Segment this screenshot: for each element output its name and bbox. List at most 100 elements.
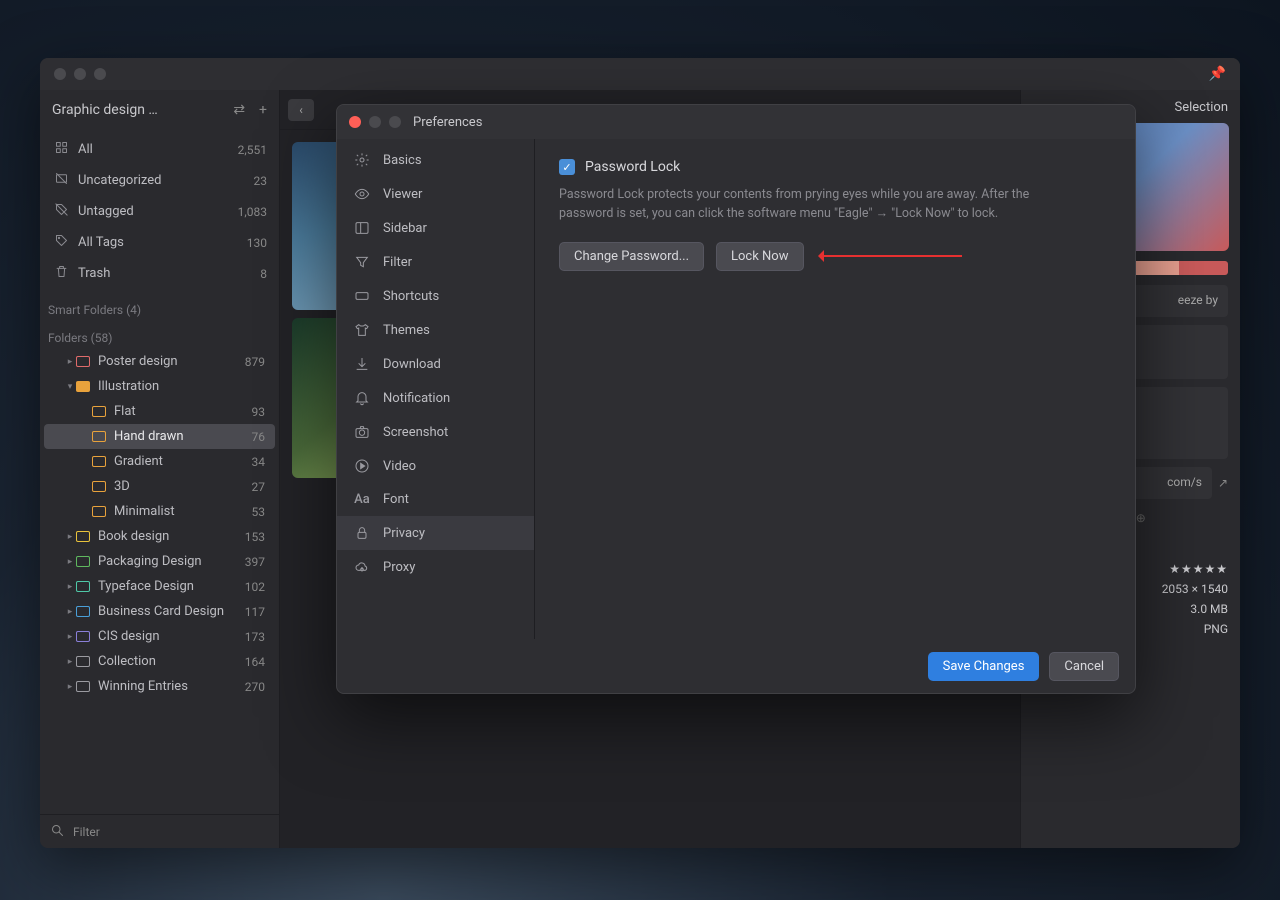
folder-icon — [76, 356, 90, 367]
folder-gradient[interactable]: Gradient34 — [44, 449, 275, 474]
filter-placeholder: Filter — [73, 825, 100, 839]
bell-icon — [353, 390, 371, 406]
zoom-dot[interactable] — [94, 68, 106, 80]
search-icon — [50, 823, 65, 841]
pref-item-viewer[interactable]: Viewer — [337, 177, 534, 211]
close-dot[interactable] — [54, 68, 66, 80]
caret-icon: ▸ — [64, 682, 76, 692]
caret-icon: ▸ — [64, 582, 76, 592]
folder-icon — [76, 631, 90, 642]
preferences-sidebar: BasicsViewerSidebarFilterShortcutsThemes… — [337, 139, 535, 639]
nav-item-all-tags[interactable]: All Tags130 — [40, 227, 279, 258]
folder-cis-design[interactable]: ▸CIS design173 — [44, 624, 275, 649]
pref-item-filter[interactable]: Filter — [337, 245, 534, 279]
change-password-button[interactable]: Change Password... — [559, 242, 704, 271]
folder-icon — [92, 456, 106, 467]
preferences-modal: Preferences BasicsViewerSidebarFilterSho… — [336, 104, 1136, 694]
folder-minimalist[interactable]: Minimalist53 — [44, 499, 275, 524]
folder-icon — [76, 531, 90, 542]
lock-now-button[interactable]: Lock Now — [716, 242, 804, 271]
folder-3d[interactable]: 3D27 — [44, 474, 275, 499]
pref-item-notification[interactable]: Notification — [337, 381, 534, 415]
folder-collection[interactable]: ▸Collection164 — [44, 649, 275, 674]
folder-icon — [92, 481, 106, 492]
cancel-button[interactable]: Cancel — [1049, 652, 1119, 681]
lock-icon — [353, 525, 371, 541]
password-lock-checkbox[interactable]: ✓ — [559, 159, 575, 175]
pref-item-video[interactable]: Video — [337, 449, 534, 483]
nav-item-trash[interactable]: Trash8 — [40, 258, 279, 289]
modal-footer: Save Changes Cancel — [337, 639, 1135, 693]
folder-icon — [76, 556, 90, 567]
add-folder-icon[interactable]: ⊕ — [1136, 511, 1146, 525]
add-icon[interactable]: + — [259, 102, 267, 118]
folders-label[interactable]: Folders (58) — [40, 321, 279, 349]
folder-hand-drawn[interactable]: Hand drawn76 — [44, 424, 275, 449]
folder-icon — [76, 381, 90, 392]
play-icon — [353, 458, 371, 474]
filter-bar[interactable]: Filter — [40, 814, 279, 848]
smart-folders-label[interactable]: Smart Folders (4) — [40, 293, 279, 321]
pref-item-screenshot[interactable]: Screenshot — [337, 415, 534, 449]
switch-library-icon[interactable]: ⇄ — [233, 102, 245, 118]
folder-icon — [76, 681, 90, 692]
traffic-lights — [54, 68, 106, 80]
folder-packaging-design[interactable]: ▸Packaging Design397 — [44, 549, 275, 574]
modal-zoom-dot[interactable] — [389, 116, 401, 128]
password-lock-description: Password Lock protects your contents fro… — [559, 185, 1059, 224]
library-header: Graphic design … ⇄ + — [40, 90, 279, 130]
grid-icon — [52, 140, 70, 159]
pref-item-privacy[interactable]: Privacy — [337, 516, 534, 550]
pref-item-font[interactable]: AaFont — [337, 483, 534, 516]
pin-icon[interactable]: 📌 — [1209, 66, 1226, 82]
uncat-icon — [52, 171, 70, 190]
keyboard-icon — [353, 288, 371, 304]
back-button[interactable]: ‹ — [288, 99, 314, 121]
caret-icon: ▾ — [64, 382, 76, 392]
camera-icon — [353, 424, 371, 440]
color-swatch[interactable] — [1131, 261, 1180, 275]
cloud-icon — [353, 559, 371, 575]
pref-item-shortcuts[interactable]: Shortcuts — [337, 279, 534, 313]
folder-flat[interactable]: Flat93 — [44, 399, 275, 424]
font-icon: Aa — [353, 492, 371, 507]
color-swatch[interactable] — [1179, 261, 1228, 275]
nav-item-untagged[interactable]: Untagged1,083 — [40, 196, 279, 227]
folder-tree: ▸Poster design879▾IllustrationFlat93Hand… — [40, 349, 279, 814]
nav-item-uncategorized[interactable]: Uncategorized23 — [40, 165, 279, 196]
annotation-arrow — [822, 255, 962, 257]
modal-close-dot[interactable] — [349, 116, 361, 128]
pref-item-themes[interactable]: Themes — [337, 313, 534, 347]
folder-icon — [76, 581, 90, 592]
folder-illustration[interactable]: ▾Illustration — [44, 374, 275, 399]
folder-business-card-design[interactable]: ▸Business Card Design117 — [44, 599, 275, 624]
caret-icon: ▸ — [64, 607, 76, 617]
caret-icon: ▸ — [64, 657, 76, 667]
trash-icon — [52, 264, 70, 283]
folder-book-design[interactable]: ▸Book design153 — [44, 524, 275, 549]
minimize-dot[interactable] — [74, 68, 86, 80]
save-changes-button[interactable]: Save Changes — [928, 652, 1040, 681]
password-lock-label: Password Lock — [585, 159, 680, 175]
folder-icon — [76, 656, 90, 667]
pref-item-proxy[interactable]: Proxy — [337, 550, 534, 584]
pref-item-sidebar[interactable]: Sidebar — [337, 211, 534, 245]
folder-winning-entries[interactable]: ▸Winning Entries270 — [44, 674, 275, 699]
tags-icon — [52, 233, 70, 252]
open-link-icon[interactable]: ↗ — [1218, 476, 1228, 490]
preferences-content: ✓ Password Lock Password Lock protects y… — [535, 139, 1135, 639]
folder-icon — [92, 406, 106, 417]
folder-poster-design[interactable]: ▸Poster design879 — [44, 349, 275, 374]
folder-icon — [76, 606, 90, 617]
caret-icon: ▸ — [64, 532, 76, 542]
library-name[interactable]: Graphic design … — [52, 102, 233, 118]
pref-item-basics[interactable]: Basics — [337, 143, 534, 177]
download-icon — [353, 356, 371, 372]
nav-item-all[interactable]: All2,551 — [40, 134, 279, 165]
caret-icon: ▸ — [64, 557, 76, 567]
modal-titlebar: Preferences — [337, 105, 1135, 139]
untag-icon — [52, 202, 70, 221]
folder-typeface-design[interactable]: ▸Typeface Design102 — [44, 574, 275, 599]
pref-item-download[interactable]: Download — [337, 347, 534, 381]
modal-minimize-dot[interactable] — [369, 116, 381, 128]
